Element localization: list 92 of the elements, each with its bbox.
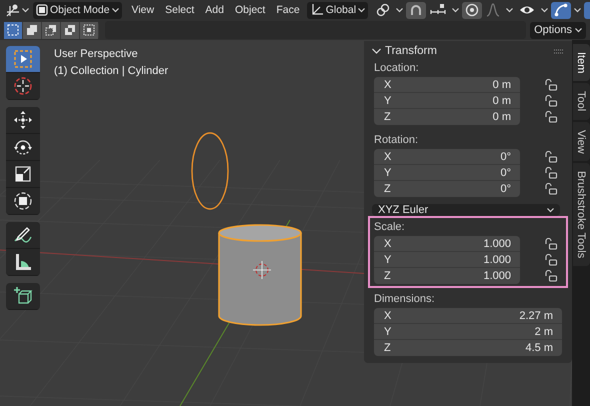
rotation-mode-dropdown[interactable]: XYZ Euler [372,204,560,216]
menu-item[interactable]: Face [271,2,305,18]
caret-icon [358,8,366,12]
curve-icon [486,3,500,17]
magnet-icon [409,3,424,17]
number-field[interactable]: Y 1.000 [374,252,520,268]
select-mode-button[interactable] [4,22,22,38]
pencil-icon [13,225,33,245]
caret-icon [396,8,404,12]
caret-icon [22,8,29,12]
sidebar-tab[interactable]: View [572,122,590,162]
open-padlock-icon[interactable] [544,79,558,91]
select-extend-icon [26,24,38,36]
chevron-down-icon[interactable] [372,48,381,54]
open-padlock-icon[interactable] [544,167,558,179]
select-mode-button[interactable] [42,22,60,38]
select-mode-button[interactable] [23,22,41,38]
number-field[interactable]: X 0 m [374,77,520,93]
open-padlock-icon[interactable] [544,151,558,163]
number-field[interactable]: X 2.27 m [374,308,562,324]
caret-icon [574,8,582,12]
ruler-protractor-icon [13,252,33,272]
toolbar-toggle[interactable] [406,2,426,18]
open-padlock-icon[interactable] [544,238,558,250]
number-field[interactable]: Z 4.5 m [374,340,562,356]
caret-icon [112,8,119,12]
sidebar-tab[interactable]: Item [572,44,590,82]
caret-icon [541,8,548,12]
caret-icon [547,208,554,212]
number-field[interactable]: Z 0 m [374,109,520,125]
number-field[interactable]: Y 0° [374,165,520,181]
cube-icon [36,4,48,16]
section-label: Dimensions: [374,293,435,305]
snap-target-icon [430,3,446,17]
menu-item[interactable]: Object [230,2,270,18]
tool-button[interactable] [6,46,40,73]
toolbar-toggle[interactable] [551,2,572,18]
number-field[interactable]: Y 2 m [374,324,562,340]
toolbar-toggle[interactable] [462,2,482,18]
tool-button[interactable] [6,283,40,310]
panel-title: Transform [385,45,437,57]
gizmo-icon [554,3,568,17]
add-cube-icon [13,286,33,306]
viewport-title: User Perspective [54,48,139,60]
caret-icon [506,8,514,12]
select-new-icon [7,24,19,36]
axes-icon [310,3,324,17]
grip-icon[interactable] [554,48,564,54]
number-field[interactable]: Y 0 m [374,93,520,109]
open-padlock-icon[interactable] [544,95,558,107]
tool-button[interactable] [6,188,40,215]
toggle-button[interactable] [584,2,590,18]
section-label: Scale: [374,221,405,233]
select-intersect-icon [83,24,95,36]
target-circle-icon [465,3,480,17]
select-subtract-icon [45,24,57,36]
mode-dropdown[interactable]: Object Mode [33,2,122,18]
number-field[interactable]: X 0° [374,149,520,165]
viewport-subtitle: (1) Collection | Cylinder [54,65,168,77]
transform-icon [13,191,33,211]
caret-icon [575,28,582,32]
menu-item[interactable]: View [126,2,160,18]
open-padlock-icon[interactable] [544,183,558,195]
number-field[interactable]: Z 0° [374,181,520,197]
section-label: Location: [374,62,419,74]
sidebar-tab[interactable]: Brushstroke Tools [572,163,590,266]
tool-button[interactable] [6,161,40,188]
select-mode-button[interactable] [61,22,79,38]
options-dropdown[interactable]: Options [530,22,586,38]
tool-button[interactable] [6,222,40,249]
open-padlock-icon[interactable] [544,270,558,282]
select-mode-button[interactable] [80,22,98,38]
tool-button[interactable] [6,134,40,161]
number-field[interactable]: X 1.000 [374,236,520,252]
select-difference-icon [64,24,76,36]
scale-icon [13,164,33,184]
open-padlock-icon[interactable] [544,254,558,266]
axes-grid-icon [6,3,20,17]
number-field[interactable]: Z 1.000 [374,268,520,284]
sidebar-tab[interactable]: Tool [572,83,590,120]
crosshair-icon [13,76,33,96]
section-label: Rotation: [374,134,418,146]
caret-icon [452,8,460,12]
orientation-dropdown[interactable]: Global [306,2,368,18]
open-padlock-icon[interactable] [544,111,558,123]
menu-item[interactable]: Add [200,2,229,18]
select-box-icon [13,49,33,69]
menu-item[interactable]: Select [160,2,200,18]
tool-button[interactable] [6,107,40,134]
link-icon [376,3,390,17]
tool-button[interactable] [6,249,40,276]
move-arrows-icon [13,110,33,130]
